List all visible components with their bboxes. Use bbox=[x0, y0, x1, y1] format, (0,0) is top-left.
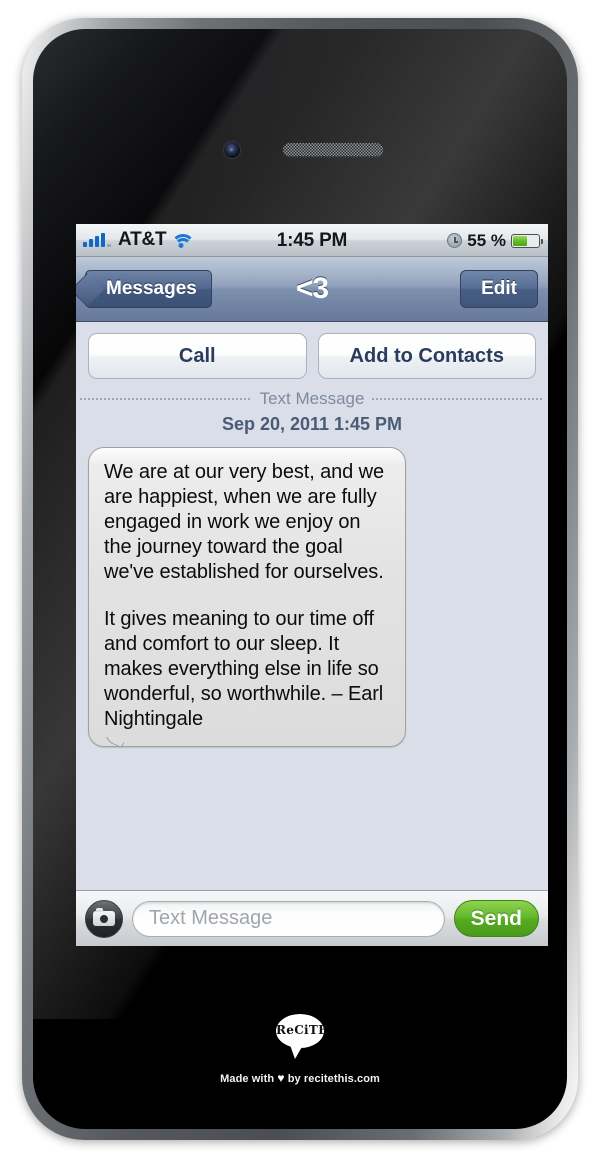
divider-label: Text Message bbox=[259, 389, 365, 408]
heart-icon: ♥ bbox=[277, 1071, 285, 1085]
earpiece-speaker bbox=[283, 143, 383, 156]
signal-bars-icon bbox=[83, 233, 111, 247]
message-list: We are at our very best, and we are happ… bbox=[76, 447, 548, 747]
contact-actions-row: Call Add to Contacts bbox=[76, 322, 548, 387]
page-title: <3 bbox=[295, 272, 329, 305]
camera-icon[interactable] bbox=[85, 899, 123, 938]
send-button[interactable]: Send bbox=[453, 900, 539, 937]
battery-percent-label: 55 % bbox=[467, 230, 506, 250]
brand-credit-suffix: by recitethis.com bbox=[287, 1073, 380, 1085]
carrier-label: AT&T bbox=[118, 229, 167, 250]
divider-line-right bbox=[372, 398, 545, 400]
alarm-clock-icon bbox=[447, 233, 463, 248]
status-bar-clock: 1:45 PM bbox=[276, 229, 348, 251]
battery-icon bbox=[511, 233, 543, 248]
status-bar-right: 55 % bbox=[447, 224, 543, 257]
message-bubble-incoming[interactable]: We are at our very best, and we are happ… bbox=[88, 447, 406, 747]
status-bar-left: AT&T bbox=[83, 229, 196, 251]
send-button-label: Send bbox=[470, 906, 522, 930]
message-paragraph-2: It gives meaning to our time off and com… bbox=[104, 608, 384, 730]
compose-bar: Text Message Send bbox=[76, 890, 548, 946]
message-paragraph-1: We are at our very best, and we are happ… bbox=[104, 461, 385, 583]
message-timestamp: Sep 20, 2011 1:45 PM bbox=[221, 414, 403, 434]
navigation-bar: Messages <3 Edit bbox=[76, 257, 548, 322]
phone-screen: AT&T 1:45 PM 55 % Messages <3 Edit Call … bbox=[76, 224, 548, 946]
recite-logo-text: ReCiTE bbox=[276, 1023, 328, 1037]
divider-line-left bbox=[80, 398, 252, 400]
back-button-label: Messages bbox=[106, 278, 197, 299]
call-button-label: Call bbox=[178, 344, 216, 367]
recite-logo-icon: ReCiTE bbox=[276, 1014, 328, 1059]
camera-glyph bbox=[93, 908, 115, 926]
back-button-messages[interactable]: Messages bbox=[85, 270, 212, 308]
brand-credit: Made with ♥ by recitethis.com bbox=[33, 1071, 567, 1085]
screenshot-stage: AT&T 1:45 PM 55 % Messages <3 Edit Call … bbox=[0, 0, 600, 1160]
front-camera-lens bbox=[224, 142, 240, 158]
brand-footer: ReCiTE Made with ♥ by recitethis.com bbox=[33, 1014, 567, 1085]
message-bubble-tail bbox=[98, 737, 124, 757]
phone-front-face: AT&T 1:45 PM 55 % Messages <3 Edit Call … bbox=[33, 29, 567, 1129]
message-input[interactable]: Text Message bbox=[132, 900, 445, 937]
message-type-divider: Text Message bbox=[76, 387, 548, 409]
call-button[interactable]: Call bbox=[88, 333, 307, 379]
brand-credit-prefix: Made with bbox=[220, 1073, 275, 1085]
edit-button-label: Edit bbox=[481, 278, 517, 299]
wifi-icon bbox=[171, 233, 196, 248]
message-input-placeholder: Text Message bbox=[149, 907, 273, 929]
iphone-device: AT&T 1:45 PM 55 % Messages <3 Edit Call … bbox=[22, 18, 578, 1140]
status-bar: AT&T 1:45 PM 55 % bbox=[76, 224, 548, 257]
battery-fill bbox=[513, 235, 527, 246]
add-to-contacts-button[interactable]: Add to Contacts bbox=[317, 333, 536, 379]
add-to-contacts-label: Add to Contacts bbox=[349, 344, 504, 367]
edit-button[interactable]: Edit bbox=[460, 270, 538, 308]
